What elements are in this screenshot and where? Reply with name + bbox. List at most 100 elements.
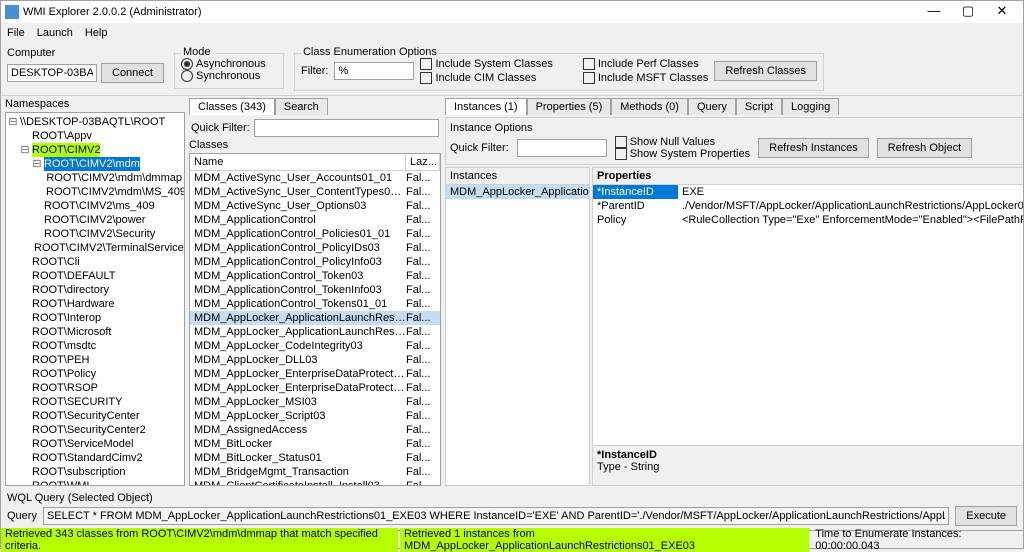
class-row[interactable]: MDM_AppLocker_CodeIntegrity03Fal... bbox=[190, 339, 440, 353]
app-icon bbox=[5, 5, 19, 19]
tree-node[interactable]: ROOT\PEH bbox=[8, 353, 182, 367]
statusbar: Retrieved 343 classes from ROOT\CIMV2\md… bbox=[1, 530, 1023, 548]
instances-list[interactable]: MDM_AppLocker_ApplicationL... bbox=[446, 185, 589, 485]
instances-header: Instances bbox=[446, 168, 589, 185]
connect-button[interactable]: Connect bbox=[101, 63, 164, 83]
tree-node[interactable]: ROOT\Policy bbox=[8, 367, 182, 381]
execute-button[interactable]: Execute bbox=[955, 506, 1017, 526]
menu-file[interactable]: File bbox=[7, 27, 25, 39]
tree-node[interactable]: ROOT\CIMV2\ms_409 bbox=[8, 199, 182, 213]
classes-list[interactable]: Name Laz... MDM_ActiveSync_User_Accounts… bbox=[189, 153, 441, 486]
class-row[interactable]: MDM_ApplicationControl_PolicyInfo03Fal..… bbox=[190, 255, 440, 269]
class-row[interactable]: MDM_ActiveSync_User_Options03Fal... bbox=[190, 199, 440, 213]
refresh-instances-button[interactable]: Refresh Instances bbox=[758, 138, 869, 158]
tree-node[interactable]: ⊟ROOT\CIMV2 bbox=[8, 143, 182, 157]
tree-node[interactable]: ROOT\CIMV2\mdm\dmmap bbox=[8, 171, 182, 185]
col-name-header[interactable]: Name bbox=[190, 154, 406, 170]
tree-node[interactable]: ROOT\ServiceModel bbox=[8, 437, 182, 451]
show-sysprops-check[interactable]: Show System Properties bbox=[615, 148, 750, 160]
class-row[interactable]: MDM_AppLocker_ApplicationLaunchRestricti… bbox=[190, 311, 440, 325]
tree-node[interactable]: ⊟ROOT\CIMV2\mdm bbox=[8, 157, 182, 171]
col-lazy-header[interactable]: Laz... bbox=[406, 154, 440, 170]
tree-node[interactable]: ROOT\msdtc bbox=[8, 339, 182, 353]
class-row[interactable]: MDM_AppLocker_EnterpriseDataProtection01… bbox=[190, 381, 440, 395]
tree-node[interactable]: ROOT\SECURITY bbox=[8, 395, 182, 409]
mode-async-radio[interactable]: Asynchronous bbox=[181, 58, 277, 70]
menu-help[interactable]: Help bbox=[85, 27, 108, 39]
tree-node[interactable]: ROOT\CIMV2\TerminalServices bbox=[8, 241, 182, 255]
class-row[interactable]: MDM_ApplicationControl_Token03Fal... bbox=[190, 269, 440, 283]
tree-node[interactable]: ROOT\CIMV2\Security bbox=[8, 227, 182, 241]
tree-node[interactable]: ROOT\Microsoft bbox=[8, 325, 182, 339]
tree-node[interactable]: ROOT\StandardCimv2 bbox=[8, 451, 182, 465]
property-row[interactable]: Policy<RuleCollection Type="Exe" Enforce… bbox=[593, 213, 1023, 227]
namespace-tree[interactable]: ⊟\\DESKTOP-03BAQTL\ROOTROOT\Appv⊟ROOT\CI… bbox=[5, 112, 185, 486]
tab-script[interactable]: Script bbox=[736, 98, 782, 115]
window-title: WMI Explorer 2.0.0.2 (Administrator) bbox=[23, 6, 917, 18]
menu-launch[interactable]: Launch bbox=[37, 27, 73, 39]
class-row[interactable]: MDM_AppLocker_ApplicationLaunchRestricti… bbox=[190, 325, 440, 339]
class-row[interactable]: MDM_AppLocker_EnterpriseDataProtection01… bbox=[190, 367, 440, 381]
class-row[interactable]: MDM_ApplicationControl_Policies01_01Fal.… bbox=[190, 227, 440, 241]
tab-search[interactable]: Search bbox=[275, 98, 328, 115]
class-row[interactable]: MDM_AppLocker_DLL03Fal... bbox=[190, 353, 440, 367]
refresh-classes-button[interactable]: Refresh Classes bbox=[714, 61, 817, 81]
class-row[interactable]: MDM_ClientCertificateInstall_Install03Fa… bbox=[190, 479, 440, 485]
include-system-check[interactable]: Include System Classes bbox=[420, 58, 552, 70]
mode-sync-radio[interactable]: Synchronous bbox=[181, 70, 277, 82]
tree-node[interactable]: ROOT\directory bbox=[8, 283, 182, 297]
tree-node[interactable]: ROOT\CIMV2\power bbox=[8, 213, 182, 227]
tab-properties[interactable]: Properties (5) bbox=[527, 98, 612, 115]
tree-node[interactable]: ROOT\DEFAULT bbox=[8, 269, 182, 283]
minimize-button[interactable]: — bbox=[917, 2, 951, 22]
class-row[interactable]: MDM_AppLocker_MSI03Fal... bbox=[190, 395, 440, 409]
include-msft-check[interactable]: Include MSFT Classes bbox=[583, 72, 708, 84]
wql-query-input[interactable] bbox=[43, 507, 949, 525]
refresh-object-button[interactable]: Refresh Object bbox=[877, 138, 972, 158]
instances-qf-label: Quick Filter: bbox=[450, 142, 509, 154]
tree-node[interactable]: ROOT\CIMV2\mdm\MS_409 bbox=[8, 185, 182, 199]
class-row[interactable]: MDM_ActiveSync_User_ContentTypes04_01Fal… bbox=[190, 185, 440, 199]
tree-node[interactable]: ROOT\Hardware bbox=[8, 297, 182, 311]
tab-classes[interactable]: Classes (343) bbox=[189, 98, 275, 115]
include-cim-check[interactable]: Include CIM Classes bbox=[420, 72, 552, 84]
maximize-button[interactable]: ▢ bbox=[951, 2, 985, 22]
properties-list[interactable]: *InstanceIDEXE*ParentID./Vendor/MSFT/App… bbox=[593, 185, 1023, 445]
tab-methods[interactable]: Methods (0) bbox=[611, 98, 688, 115]
class-row[interactable]: MDM_ApplicationControlFal... bbox=[190, 213, 440, 227]
computer-input[interactable] bbox=[7, 64, 97, 82]
class-row[interactable]: MDM_BitLocker_Status01Fal... bbox=[190, 451, 440, 465]
class-row[interactable]: MDM_AssignedAccessFal... bbox=[190, 423, 440, 437]
tree-node[interactable]: ROOT\WMI bbox=[8, 479, 182, 486]
tab-instances[interactable]: Instances (1) bbox=[445, 98, 527, 115]
tree-node[interactable]: ROOT\subscription bbox=[8, 465, 182, 479]
property-row[interactable]: *InstanceIDEXE bbox=[593, 185, 1023, 199]
tab-query[interactable]: Query bbox=[688, 98, 736, 115]
close-button[interactable]: ✕ bbox=[985, 2, 1019, 22]
include-perf-check[interactable]: Include Perf Classes bbox=[583, 58, 708, 70]
tree-node[interactable]: ROOT\RSOP bbox=[8, 381, 182, 395]
tab-logging[interactable]: Logging bbox=[782, 98, 839, 115]
instances-qf-input[interactable] bbox=[517, 139, 607, 157]
classes-qf-label: Quick Filter: bbox=[191, 122, 250, 134]
class-row[interactable]: MDM_ActiveSync_User_Accounts01_01Fal... bbox=[190, 171, 440, 185]
class-row[interactable]: MDM_BitLockerFal... bbox=[190, 437, 440, 451]
classes-qf-input[interactable] bbox=[254, 119, 439, 137]
class-row[interactable]: MDM_AppLocker_Script03Fal... bbox=[190, 409, 440, 423]
tree-node[interactable]: ⊟\\DESKTOP-03BAQTL\ROOT bbox=[8, 115, 182, 129]
property-row[interactable]: *ParentID./Vendor/MSFT/AppLocker/Applica… bbox=[593, 199, 1023, 213]
tree-node[interactable]: ROOT\SecurityCenter bbox=[8, 409, 182, 423]
main-window: WMI Explorer 2.0.0.2 (Administrator) — ▢… bbox=[0, 0, 1024, 549]
instance-row[interactable]: MDM_AppLocker_ApplicationL... bbox=[446, 185, 589, 199]
tree-node[interactable]: ROOT\Appv bbox=[8, 129, 182, 143]
class-row[interactable]: MDM_ApplicationControl_PolicyIDs03Fal... bbox=[190, 241, 440, 255]
filter-input[interactable] bbox=[334, 62, 414, 80]
class-row[interactable]: MDM_ApplicationControl_TokenInfo03Fal... bbox=[190, 283, 440, 297]
tree-node[interactable]: ROOT\Cli bbox=[8, 255, 182, 269]
tree-node[interactable]: ROOT\SecurityCenter2 bbox=[8, 423, 182, 437]
show-null-check[interactable]: Show Null Values bbox=[615, 136, 750, 148]
class-row[interactable]: MDM_BridgeMgmt_TransactionFal... bbox=[190, 465, 440, 479]
tree-node[interactable]: ROOT\Interop bbox=[8, 311, 182, 325]
class-row[interactable]: MDM_ApplicationControl_Tokens01_01Fal... bbox=[190, 297, 440, 311]
status-msg-1: Retrieved 343 classes from ROOT\CIMV2\md… bbox=[1, 528, 398, 552]
